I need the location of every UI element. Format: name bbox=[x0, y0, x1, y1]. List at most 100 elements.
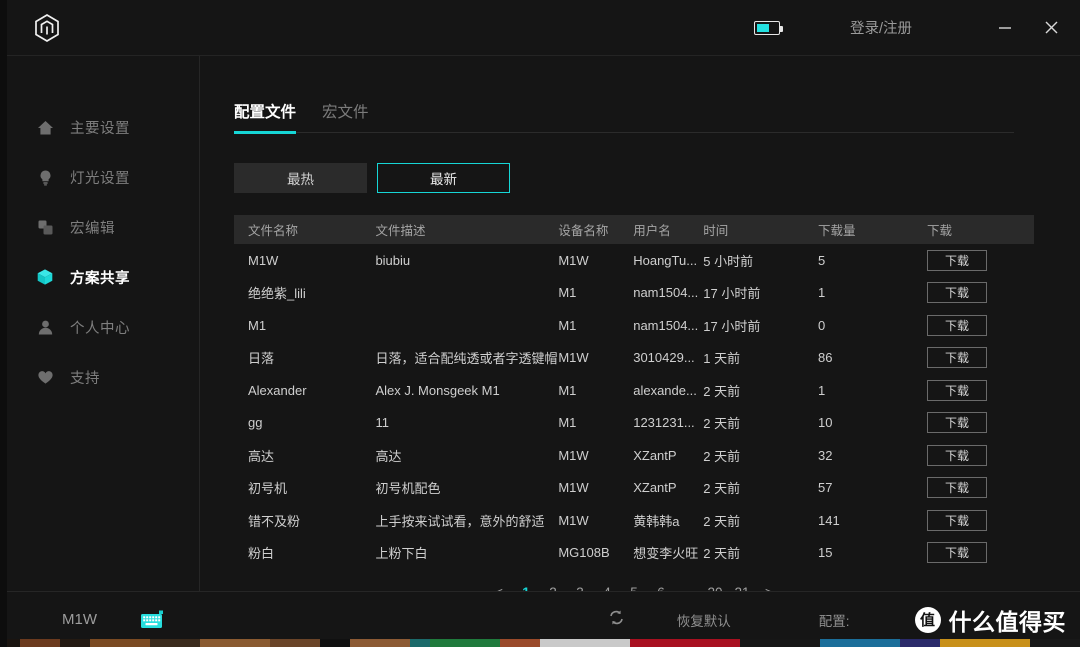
file-description-cell: Alex J. Monsgeek M1 bbox=[375, 382, 500, 398]
table-row[interactable]: 绝绝紫_lili M1 nam1504... 17 小时前 1 下载 bbox=[234, 277, 1034, 310]
download-action-cell: 下载 bbox=[927, 412, 1034, 434]
table-row[interactable]: 粉白 上粉下白 MG108B 想变李火旺 2 天前 15 下载 bbox=[234, 537, 1034, 570]
battery-icon bbox=[753, 20, 783, 35]
file-description-cell: 日落，适合配纯透或者字透键帽 bbox=[375, 351, 558, 367]
filter-hottest-button[interactable]: 最热 bbox=[234, 163, 367, 193]
sidebar-item-macro-edit[interactable]: 宏编辑 bbox=[0, 202, 199, 252]
download-button[interactable]: 下载 bbox=[927, 412, 987, 434]
sidebar-item-user-center[interactable]: 个人中心 bbox=[0, 302, 199, 352]
time-cell: 2 天前 bbox=[703, 481, 741, 497]
sidebar-item-support[interactable]: 支持 bbox=[0, 352, 199, 402]
download-button[interactable]: 下载 bbox=[927, 282, 987, 304]
lightbulb-icon bbox=[36, 168, 54, 186]
device-name-cell: M1 bbox=[558, 415, 577, 431]
file-description-cell: 11 bbox=[375, 415, 389, 431]
tab-profile-files[interactable]: 配置文件 bbox=[234, 100, 297, 134]
column-header-description: 文件描述 bbox=[375, 224, 426, 238]
table-row[interactable]: 错不及粉 上手按来试试看，意外的舒适 M1W 黄韩韩a 2 天前 141 下载 bbox=[234, 504, 1034, 537]
refresh-icon[interactable] bbox=[608, 609, 625, 631]
download-count-cell: 10 bbox=[818, 415, 833, 431]
download-button[interactable]: 下载 bbox=[927, 477, 987, 499]
tab-macro-files[interactable]: 宏文件 bbox=[322, 100, 369, 132]
file-name-cell: 绝绝紫_lili bbox=[248, 286, 306, 302]
download-count-cell: 15 bbox=[818, 545, 833, 561]
device-name-cell: MG108B bbox=[558, 545, 610, 561]
cube-icon bbox=[36, 268, 54, 286]
body-wrapper: 主要设置 灯光设置 宏编辑 方案共享 个人中心 支持 配置文件 宏文件 最热 最… bbox=[0, 56, 1080, 600]
table-row[interactable]: 初号机 初号机配色 M1W XZantP 2 天前 57 下载 bbox=[234, 472, 1034, 505]
file-name-cell: 高达 bbox=[248, 448, 275, 464]
sidebar: 主要设置 灯光设置 宏编辑 方案共享 个人中心 支持 bbox=[0, 56, 200, 591]
download-button[interactable]: 下载 bbox=[927, 542, 987, 564]
close-button[interactable] bbox=[1034, 11, 1068, 45]
device-name-cell: M1W bbox=[558, 350, 589, 366]
download-button[interactable]: 下载 bbox=[927, 347, 987, 369]
download-action-cell: 下载 bbox=[927, 477, 1034, 499]
keyboard-icon[interactable] bbox=[140, 610, 166, 630]
file-name-cell: 初号机 bbox=[248, 481, 288, 497]
user-icon bbox=[36, 318, 54, 336]
file-description-cell: 初号机配色 bbox=[375, 481, 441, 497]
table-row[interactable]: gg 11 M1 1231231... 2 天前 10 下载 bbox=[234, 407, 1034, 440]
table-row[interactable]: 日落 日落，适合配纯透或者字透键帽 M1W 3010429... 1 天前 86 下载 bbox=[234, 342, 1034, 375]
file-name-cell: M1 bbox=[248, 317, 267, 333]
column-header-time: 时间 bbox=[703, 224, 729, 238]
download-count-cell: 141 bbox=[818, 512, 840, 528]
table-row[interactable]: Alexander Alex J. Monsgeek M1 M1 alexande..… bbox=[234, 374, 1034, 407]
home-icon bbox=[36, 118, 54, 136]
table-row[interactable]: M1 M1 nam1504... 17 小时前 0 下载 bbox=[234, 309, 1034, 342]
download-button[interactable]: 下载 bbox=[927, 249, 987, 271]
download-count-cell: 32 bbox=[818, 447, 833, 463]
sidebar-item-light-settings[interactable]: 灯光设置 bbox=[0, 152, 199, 202]
time-cell: 2 天前 bbox=[703, 383, 741, 399]
time-cell: 2 天前 bbox=[703, 546, 741, 562]
user-name-cell: nam1504... bbox=[633, 285, 699, 301]
watermark: 值 什么值得买 bbox=[914, 603, 1067, 637]
user-name-cell: XZantP bbox=[633, 480, 677, 496]
file-name-cell: 错不及粉 bbox=[248, 513, 301, 529]
download-count-cell: 57 bbox=[818, 480, 833, 496]
download-action-cell: 下载 bbox=[927, 444, 1034, 466]
download-button[interactable]: 下载 bbox=[927, 444, 987, 466]
column-header-username: 用户名 bbox=[633, 224, 671, 238]
user-name-cell: alexande... bbox=[633, 382, 697, 398]
title-bar: 登录/注册 bbox=[0, 0, 1080, 56]
download-button[interactable]: 下载 bbox=[927, 509, 987, 531]
sidebar-item-main-settings[interactable]: 主要设置 bbox=[0, 102, 199, 152]
download-action-cell: 下载 bbox=[927, 249, 1034, 271]
file-description-cell: 高达 bbox=[375, 448, 402, 464]
device-name-cell: M1 bbox=[558, 285, 577, 301]
filter-button-group: 最热 最新 bbox=[234, 163, 1034, 193]
table-header-row: 文件名称 文件描述 设备名称 用户名 时间 下载量 下载 bbox=[234, 215, 1034, 244]
device-name-cell: M1W bbox=[558, 480, 589, 496]
table-row[interactable]: 高达 高达 M1W XZantP 2 天前 32 下载 bbox=[234, 439, 1034, 472]
download-count-cell: 86 bbox=[818, 350, 833, 366]
user-name-cell: HoangTu... bbox=[633, 252, 698, 268]
desktop-strip bbox=[0, 639, 1080, 647]
minimize-button[interactable] bbox=[988, 11, 1022, 45]
time-cell: 2 天前 bbox=[703, 513, 741, 529]
download-button[interactable]: 下载 bbox=[927, 379, 987, 401]
filter-newest-button[interactable]: 最新 bbox=[377, 163, 510, 193]
download-button[interactable]: 下载 bbox=[927, 314, 987, 336]
download-action-cell: 下载 bbox=[927, 314, 1034, 336]
watermark-text: 什么值得买 bbox=[948, 608, 1066, 635]
file-name-cell: 粉白 bbox=[248, 546, 275, 562]
watermark-mark-icon: 值 bbox=[914, 606, 941, 633]
restore-defaults-button[interactable]: 恢复默认 bbox=[677, 610, 731, 630]
sidebar-item-label: 宏编辑 bbox=[70, 220, 115, 237]
table-row[interactable]: M1W biubiu M1W HoangTu... 5 小时前 5 下载 bbox=[234, 244, 1034, 277]
table-body: M1W biubiu M1W HoangTu... 5 小时前 5 下载绝绝紫_lili M1… bbox=[234, 244, 1034, 569]
content-panel: 配置文件 宏文件 最热 最新 文件名称 文件描述 设备名称 用户名 时间 下载量… bbox=[200, 56, 1080, 600]
device-name-cell: M1 bbox=[558, 382, 577, 398]
sidebar-item-scheme-share[interactable]: 方案共享 bbox=[0, 252, 199, 302]
sidebar-item-label: 方案共享 bbox=[70, 270, 130, 287]
file-name-cell: gg bbox=[248, 415, 263, 431]
window-left-edge bbox=[0, 0, 7, 647]
download-action-cell: 下载 bbox=[927, 282, 1034, 304]
hexagon-logo-icon bbox=[30, 11, 64, 45]
login-register-link[interactable]: 登录/注册 bbox=[850, 17, 912, 38]
download-count-cell: 0 bbox=[818, 317, 826, 333]
column-header-device: 设备名称 bbox=[558, 224, 609, 238]
file-name-cell: Alexander bbox=[248, 382, 307, 398]
